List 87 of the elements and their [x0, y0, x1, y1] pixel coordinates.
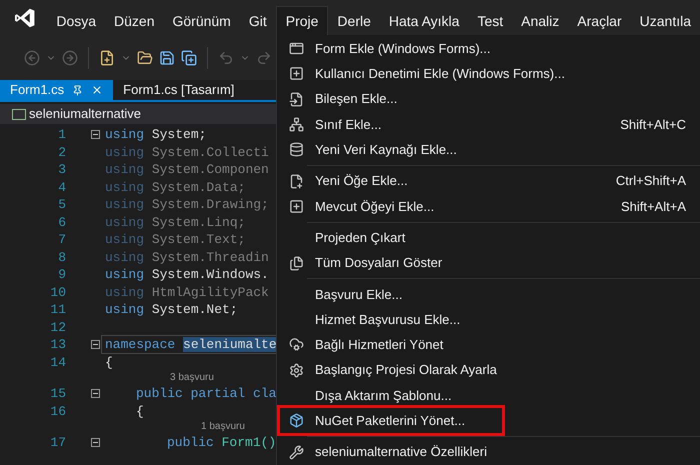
menu-option[interactable]: Bileşen Ekle...	[315, 89, 398, 109]
code-line: {	[135, 402, 144, 420]
menu-option[interactable]: Bağlı Hizmetleri Yönet	[315, 335, 444, 355]
code-line: using System.Windows.	[104, 266, 269, 284]
menu-option[interactable]: Form Ekle (Windows Forms)...	[315, 38, 491, 58]
reference-count[interactable]: 1 başvuru	[201, 419, 245, 434]
save-icon[interactable]	[159, 50, 175, 66]
menu-option[interactable]: Yeni Veri Kaynağı Ekle...	[315, 140, 457, 160]
menu-item[interactable]: Dosya	[47, 6, 106, 36]
menu-option[interactable]: Yeni Öğe Ekle...	[315, 171, 408, 191]
menu-option[interactable]: Hizmet Başvurusu Ekle...	[315, 310, 460, 330]
menu-item[interactable]: Derle	[328, 6, 380, 36]
wrench-icon	[288, 444, 304, 460]
save-all-icon[interactable]	[181, 50, 197, 66]
shortcut-text: Shift+Alt+A	[620, 198, 686, 216]
line-number: 9	[57, 266, 66, 284]
line-number: 4	[57, 178, 66, 196]
square-plus-icon	[288, 66, 304, 82]
line-number: 16	[49, 402, 66, 420]
code-line: public partial cla	[135, 385, 276, 402]
code-line: using System.Drawing;	[104, 196, 269, 214]
code-line: public Form1()	[166, 434, 276, 452]
code-line: using System.Collecti	[104, 144, 269, 161]
csharp-file-icon	[12, 108, 26, 120]
menu-item[interactable]: Git	[240, 6, 276, 36]
menu-option[interactable]: Sınıf Ekle...	[315, 114, 382, 134]
code-line: using System.Net;	[104, 301, 238, 318]
menu-item[interactable]: Proje	[276, 6, 328, 36]
shortcut-text: Shift+Alt+C	[620, 116, 686, 134]
menu-option[interactable]: Başlangıç Projesi Olarak Ayarla	[315, 360, 497, 380]
menu-option[interactable]: Kullanıcı Denetimi Ekle (Windows Forms)...	[315, 64, 565, 84]
pin-icon[interactable]	[72, 84, 84, 96]
menu-option[interactable]: seleniumalternative Özellikleri	[315, 442, 487, 462]
code-line: namespace seleniumalte	[102, 336, 277, 354]
menu-option[interactable]: NuGet Paketlerini Yönet...	[315, 411, 466, 431]
close-icon[interactable]	[91, 84, 104, 96]
code-line: using System.Componen	[104, 161, 269, 178]
menu-item[interactable]: Hata Ayıkla	[380, 6, 468, 36]
project-name[interactable]: seleniumalternative	[29, 104, 142, 124]
package-icon	[288, 413, 304, 428]
line-number: 11	[49, 301, 66, 319]
menu-option[interactable]: Projeden Çıkart	[315, 228, 406, 248]
line-number: 5	[57, 196, 66, 214]
line-number: 3	[57, 161, 66, 179]
code-line: using System;	[104, 126, 206, 144]
code-line: using System.Linq;	[104, 214, 246, 231]
menu-option[interactable]: Dışa Aktarım Şablonu...	[315, 386, 452, 406]
line-number: 6	[57, 214, 66, 232]
editor-tab[interactable]: Form1.cs	[0, 80, 114, 100]
code-line: {	[104, 354, 113, 371]
code-line: using HtmlAgilityPack	[104, 284, 269, 301]
reference-count[interactable]: 3 başvuru	[170, 370, 214, 385]
editor-tab[interactable]: Form1.cs [Tasarım]	[113, 80, 244, 100]
line-number: 17	[49, 434, 66, 452]
logo-icon	[15, 7, 36, 29]
line-number: 13	[49, 336, 66, 354]
menu-item[interactable]: Görünüm	[163, 6, 240, 36]
line-number: 14	[49, 354, 66, 372]
line-number: 7	[57, 231, 66, 249]
menu-item[interactable]: Test	[468, 6, 512, 36]
line-number: 1	[57, 126, 66, 144]
code-line: using System.Threadin	[104, 248, 269, 266]
menu-item[interactable]: Araçlar	[568, 6, 631, 36]
new-item-icon	[288, 174, 304, 189]
fold-toggle-icon[interactable]	[91, 438, 100, 448]
line-number: 10	[49, 284, 66, 302]
line-number: 2	[57, 144, 66, 162]
existing-item-icon	[288, 198, 304, 214]
menu-item[interactable]: Uzantıla	[630, 6, 700, 36]
open-folder-icon[interactable]	[137, 50, 153, 66]
code-line: using System.Data;	[104, 178, 246, 196]
menu-option[interactable]: Tüm Dosyaları Göster	[315, 253, 442, 273]
shortcut-text: Ctrl+Shift+A	[616, 172, 686, 190]
new-file-icon[interactable]	[99, 50, 115, 66]
line-number: 12	[49, 318, 66, 336]
fold-toggle-icon[interactable]	[91, 130, 100, 140]
menu-item[interactable]: Analiz	[512, 6, 568, 36]
code-line: using System.Text;	[104, 231, 246, 248]
line-number: 15	[49, 385, 66, 403]
menu-option[interactable]: Mevcut Öğeyi Ekle...	[315, 196, 434, 216]
settings-icon	[288, 362, 304, 378]
menu-item[interactable]: Düzen	[105, 6, 164, 36]
line-number: 8	[57, 248, 66, 266]
fold-toggle-icon[interactable]	[91, 340, 100, 350]
menu-option[interactable]: Başvuru Ekle...	[315, 284, 402, 304]
show-files-icon	[288, 256, 304, 271]
fold-toggle-icon[interactable]	[91, 389, 100, 398]
